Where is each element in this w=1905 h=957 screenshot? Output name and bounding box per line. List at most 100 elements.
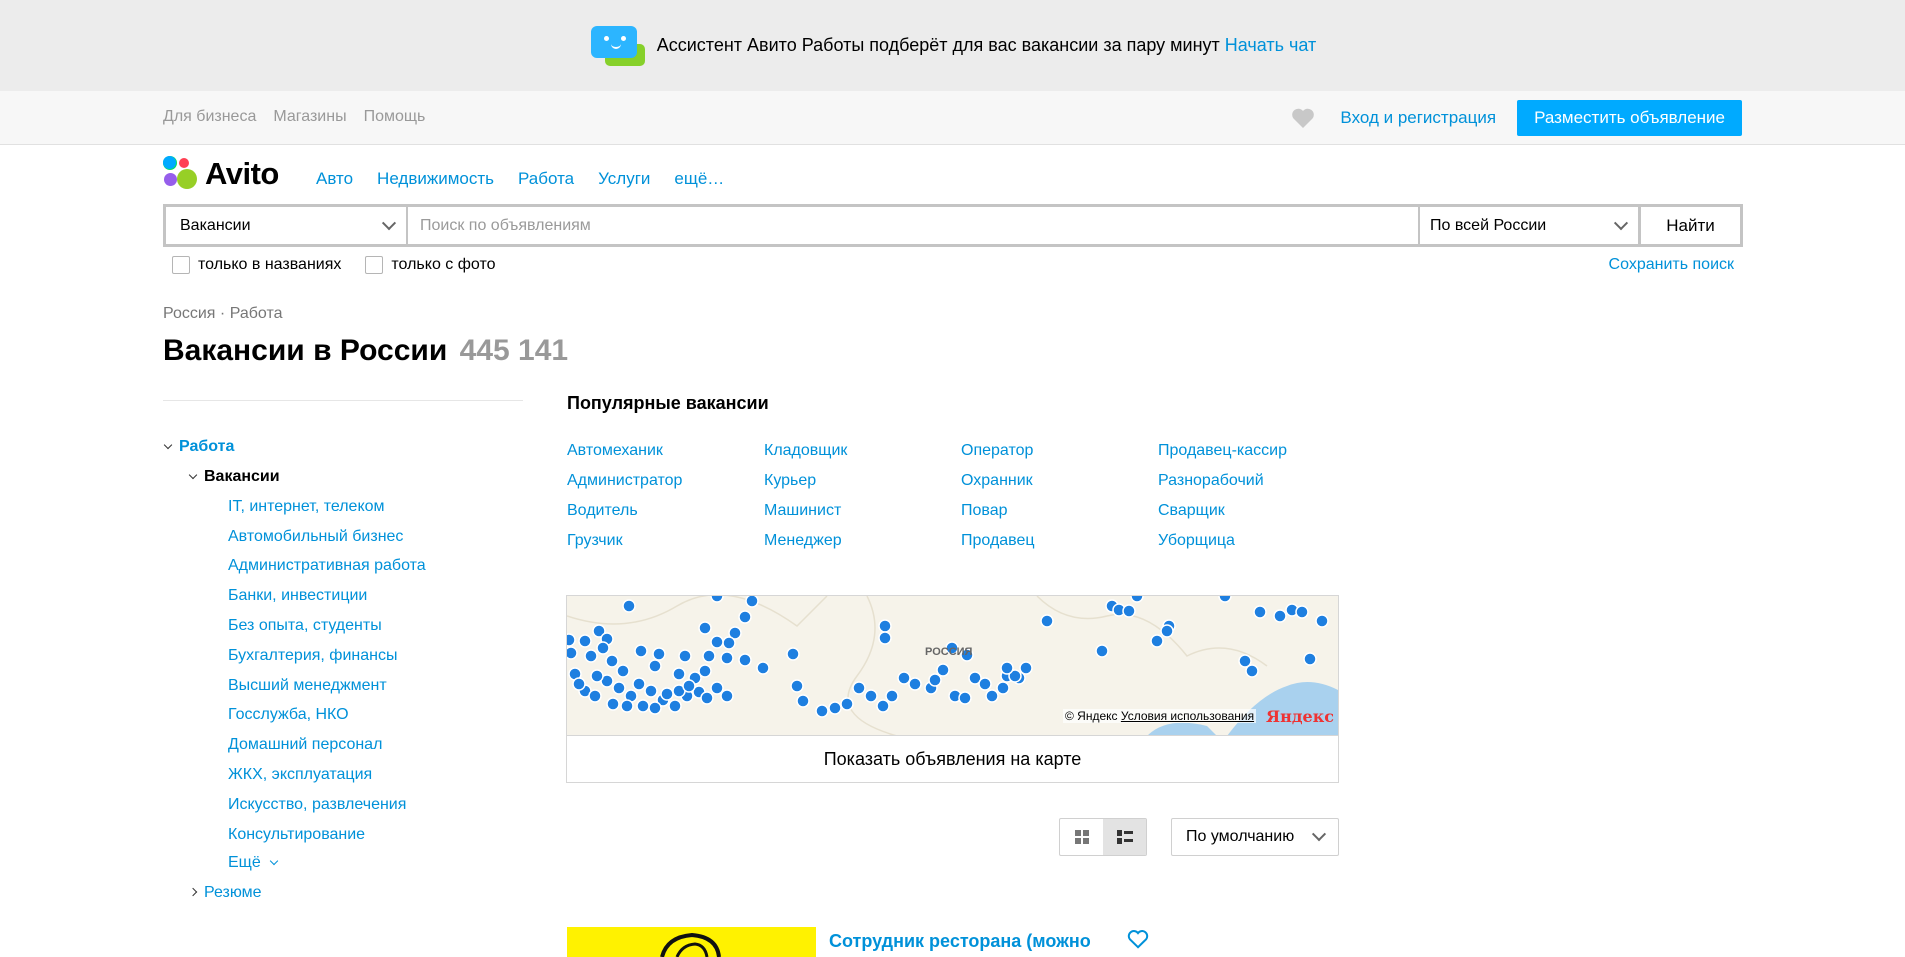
popular-item[interactable]: Грузчик [567,531,764,550]
post-ad-button[interactable]: Разместить объявление [1517,100,1742,136]
category-jobs[interactable]: Работа [518,169,574,189]
map-pin-marker[interactable] [578,634,592,648]
map-pin-marker[interactable] [928,673,942,687]
sidebar-item[interactable]: Автомобильный бизнес [228,528,403,546]
sidebar-root[interactable]: Работа [163,438,234,456]
photo-only-checkbox[interactable]: только с фото [365,256,495,274]
map-pin-marker[interactable] [620,699,634,713]
save-search-link[interactable]: Сохранить поиск [1609,256,1734,274]
category-auto[interactable]: Авто [316,169,353,189]
map-pin-marker[interactable] [682,679,696,693]
start-chat-link[interactable]: Начать чат [1225,35,1316,55]
map-pin-marker[interactable] [1245,664,1259,678]
map-pin-marker[interactable] [616,664,630,678]
sidebar-item[interactable]: Административная работа [228,557,426,575]
map-pin-marker[interactable] [632,677,646,691]
map-pin-marker[interactable] [668,699,682,713]
search-button[interactable]: Найти [1638,207,1740,244]
map-pin-marker[interactable] [644,684,658,698]
popular-item[interactable]: Кладовщик [764,441,961,460]
map-pin-marker[interactable] [876,699,890,713]
map-pin-marker[interactable] [722,636,736,650]
sidebar-item[interactable]: Домашний персонал [228,736,382,754]
checkbox-box[interactable] [172,256,190,274]
map-pin-marker[interactable] [648,659,662,673]
map-pin-marker[interactable] [584,649,598,663]
category-services[interactable]: Услуги [598,169,650,189]
map-pin-marker[interactable] [720,651,734,665]
map-pin-marker[interactable] [1218,596,1232,603]
map-pin-marker[interactable] [978,677,992,691]
popular-item[interactable]: Администратор [567,471,764,490]
map-pin-marker[interactable] [828,701,842,715]
sidebar-item[interactable]: IT, интернет, телеком [228,498,385,516]
map-pin-marker[interactable] [710,596,724,603]
sidebar-item-resume[interactable]: Резюме [204,884,262,901]
search-category-select[interactable]: Вакансии [166,207,408,244]
sort-select[interactable]: По умолчанию [1171,818,1339,856]
map-pin-marker[interactable] [1160,624,1174,638]
grid-view-button[interactable] [1060,819,1103,855]
map-pin-marker[interactable] [710,681,724,695]
map-pin-marker[interactable] [878,631,892,645]
favorite-heart-icon[interactable] [1127,929,1149,949]
map-pin-marker[interactable] [1019,661,1033,675]
popular-item[interactable]: Разнорабочий [1158,471,1355,490]
category-realty[interactable]: Недвижимость [377,169,494,189]
map-pin-marker[interactable] [698,621,712,635]
shops-link[interactable]: Магазины [273,108,346,126]
sidebar-item[interactable]: Высший менеджмент [228,677,387,695]
map-preview[interactable]: РОССИЯ © Яндекс Условия использования Ян… [566,595,1339,735]
popular-item[interactable]: Автомеханик [567,441,764,460]
map-pin-marker[interactable] [702,649,716,663]
sidebar-more[interactable]: Ещё [228,854,285,872]
map-pin-marker[interactable] [745,596,759,608]
map-pin-marker[interactable] [1303,652,1317,666]
map-pin-marker[interactable] [1253,605,1267,619]
map-pin-marker[interactable] [985,689,999,703]
map-pin-marker[interactable] [996,681,1010,695]
help-link[interactable]: Помощь [364,108,426,126]
map-pin-marker[interactable] [958,691,972,705]
sidebar-item[interactable]: Искусство, развлечения [228,796,406,814]
map-pin-marker[interactable] [1040,614,1054,628]
popular-item[interactable]: Сварщик [1158,501,1355,520]
map-pin-marker[interactable] [840,697,854,711]
popular-item[interactable]: Менеджер [764,531,961,550]
map-pin-marker[interactable] [678,649,692,663]
search-input[interactable] [408,207,1418,244]
map-pin-marker[interactable] [738,653,752,667]
map-pin-marker[interactable] [878,619,892,633]
titles-only-checkbox[interactable]: только в названиях [172,256,341,274]
map-pin-marker[interactable] [786,647,800,661]
map-pin-marker[interactable] [700,691,714,705]
map-pin-marker[interactable] [1150,634,1164,648]
business-link[interactable]: Для бизнеса [163,108,256,126]
map-pin-marker[interactable] [864,689,878,703]
map-pin-marker[interactable] [698,664,712,678]
map-pin-marker[interactable] [1000,661,1014,675]
sidebar-item[interactable]: Без опыта, студенты [228,617,382,635]
map-pin-marker[interactable] [572,677,586,691]
map-pin-marker[interactable] [756,661,770,675]
map-pin-marker[interactable] [567,646,578,660]
listing-image[interactable] [567,927,816,957]
sidebar-item[interactable]: Консультирование [228,826,365,844]
sidebar-resume[interactable]: Резюме [188,884,262,902]
map-pin-marker[interactable] [1095,644,1109,658]
map-pin-marker[interactable] [622,599,636,613]
show-on-map-button[interactable]: Показать объявления на карте [566,735,1339,783]
map-pin-marker[interactable] [815,704,829,718]
sidebar-item[interactable]: ЖКХ, эксплуатация [228,766,372,784]
map-pin-marker[interactable] [660,687,674,701]
map-pin-marker[interactable] [1315,614,1329,628]
sidebar-item[interactable]: Банки, инвестиции [228,587,367,605]
map-pin-marker[interactable] [648,701,662,715]
region-select[interactable]: По всей России [1418,207,1638,244]
map-pin-marker[interactable] [852,681,866,695]
map-pin-marker[interactable] [885,689,899,703]
map-pin-marker[interactable] [588,689,602,703]
map-pin-marker[interactable] [612,681,626,695]
map-pin-marker[interactable] [796,694,810,708]
map-terms-link[interactable]: Условия использования [1121,709,1254,723]
